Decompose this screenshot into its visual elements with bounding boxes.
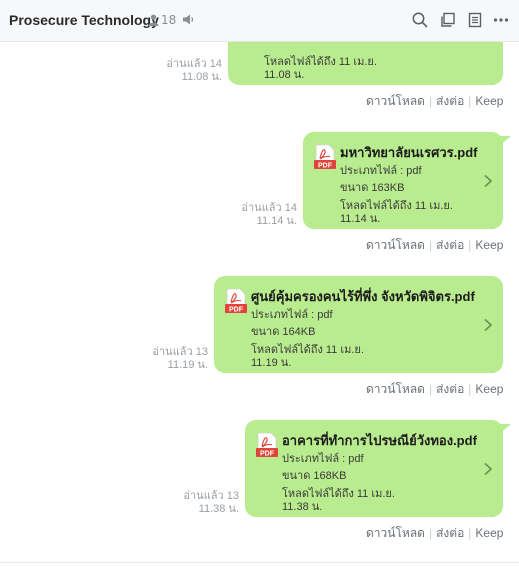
read-time: 11.08 น.: [181, 71, 222, 83]
keep-link[interactable]: Keep: [475, 238, 503, 252]
keep-link[interactable]: Keep: [475, 526, 503, 540]
file-name: ศูนย์คุ้มครองคนไร้ที่พึ่ง จังหวัดพิจิตร.…: [251, 289, 475, 304]
share-link[interactable]: ส่งต่อ: [436, 382, 464, 396]
window-icon[interactable]: [439, 11, 457, 29]
chevron-right-icon[interactable]: [483, 318, 493, 332]
svg-text:PDF: PDF: [229, 307, 244, 314]
file-expiry-time: 11.19 น.: [251, 357, 292, 369]
svg-text:PDF: PDF: [260, 451, 275, 458]
share-link[interactable]: ส่งต่อ: [436, 238, 464, 252]
chat-message-list[interactable]: โหลดไฟล์ได้ถึง 11 เม.ย. 11.08 น. อ่านแล้…: [0, 42, 519, 566]
download-link[interactable]: ดาวน์โหลด: [366, 94, 425, 108]
message-actions: ดาวน์โหลด | ส่งต่อ | Keep: [366, 380, 503, 399]
keep-link[interactable]: Keep: [475, 94, 503, 108]
keep-link[interactable]: Keep: [475, 382, 503, 396]
divider: [0, 562, 519, 563]
member-count-label: 18: [161, 13, 177, 27]
file-type: ประเภทไฟล์ : pdf: [340, 165, 422, 177]
file-type: ประเภทไฟล์ : pdf: [251, 309, 333, 321]
more-icon[interactable]: [492, 11, 510, 29]
divider: |: [428, 238, 433, 252]
read-count: อ่านแล้ว 13: [183, 490, 239, 502]
divider: |: [428, 526, 433, 540]
chat-header: Prosecure Technology 18: [0, 0, 519, 42]
file-message-bubble[interactable]: PDF ศูนย์คุ้มครองคนไร้ที่พึ่ง จังหวัดพิจ…: [214, 276, 503, 373]
read-receipt: อ่านแล้ว 14 11.14 น.: [227, 202, 297, 228]
file-type: ประเภทไฟล์ : pdf: [282, 453, 364, 465]
member-count[interactable]: 18: [148, 13, 176, 27]
message-actions: ดาวน์โหลด | ส่งต่อ | Keep: [366, 524, 503, 543]
divider: |: [468, 94, 472, 108]
person-icon: [148, 14, 159, 26]
bubble-tail: [499, 424, 511, 434]
share-link[interactable]: ส่งต่อ: [436, 526, 464, 540]
chat-title[interactable]: Prosecure Technology: [9, 12, 159, 28]
read-receipt: อ่านแล้ว 13 11.38 น.: [169, 490, 239, 516]
read-receipt: อ่านแล้ว 13 11.19 น.: [138, 346, 208, 372]
file-message-bubble[interactable]: โหลดไฟล์ได้ถึง 11 เม.ย. 11.08 น.: [228, 42, 503, 85]
read-count: อ่านแล้ว 14: [166, 58, 222, 70]
message-actions: ดาวน์โหลด | ส่งต่อ | Keep: [366, 236, 503, 255]
bubble-tail: [499, 136, 511, 146]
file-message-bubble[interactable]: PDF อาคารที่ทำการไปรษณีย์วังทอง.pdf ประเ…: [245, 420, 503, 517]
pdf-file-icon: PDF: [256, 432, 278, 458]
file-expiry-time: 11.08 น.: [264, 69, 305, 81]
pdf-file-icon: PDF: [225, 288, 247, 314]
file-name: อาคารที่ทำการไปรษณีย์วังทอง.pdf: [282, 433, 477, 448]
file-size: ขนาด 163KB: [340, 182, 405, 194]
file-expiry-time: 11.14 น.: [340, 213, 381, 225]
file-expiry-time: 11.38 น.: [282, 501, 323, 513]
download-link[interactable]: ดาวน์โหลด: [366, 238, 425, 252]
download-link[interactable]: ดาวน์โหลด: [366, 382, 425, 396]
file-name: มหาวิทยาลัยนเรศวร.pdf: [340, 145, 478, 160]
pdf-file-icon: PDF: [314, 144, 336, 170]
divider: |: [468, 238, 472, 252]
svg-text:PDF: PDF: [318, 163, 333, 170]
read-count: อ่านแล้ว 13: [152, 346, 208, 358]
read-time: 11.38 น.: [198, 503, 239, 515]
message-actions: ดาวน์โหลด | ส่งต่อ | Keep: [366, 92, 503, 111]
read-count: อ่านแล้ว 14: [241, 202, 297, 214]
speaker-icon[interactable]: [182, 13, 195, 26]
divider: |: [468, 526, 472, 540]
divider: |: [468, 382, 472, 396]
divider: |: [428, 94, 433, 108]
chevron-right-icon[interactable]: [483, 174, 493, 188]
search-icon[interactable]: [411, 11, 429, 29]
read-receipt: อ่านแล้ว 14 11.08 น.: [152, 58, 222, 84]
file-size: ขนาด 164KB: [251, 326, 316, 338]
divider: |: [428, 382, 433, 396]
download-link[interactable]: ดาวน์โหลด: [366, 526, 425, 540]
chevron-right-icon[interactable]: [483, 462, 493, 476]
file-message-bubble[interactable]: PDF มหาวิทยาลัยนเรศวร.pdf ประเภทไฟล์ : p…: [303, 132, 503, 229]
notes-icon[interactable]: [466, 11, 484, 29]
share-link[interactable]: ส่งต่อ: [436, 94, 464, 108]
file-size: ขนาด 168KB: [282, 470, 347, 482]
read-time: 11.19 น.: [167, 359, 208, 371]
read-time: 11.14 น.: [256, 215, 297, 227]
